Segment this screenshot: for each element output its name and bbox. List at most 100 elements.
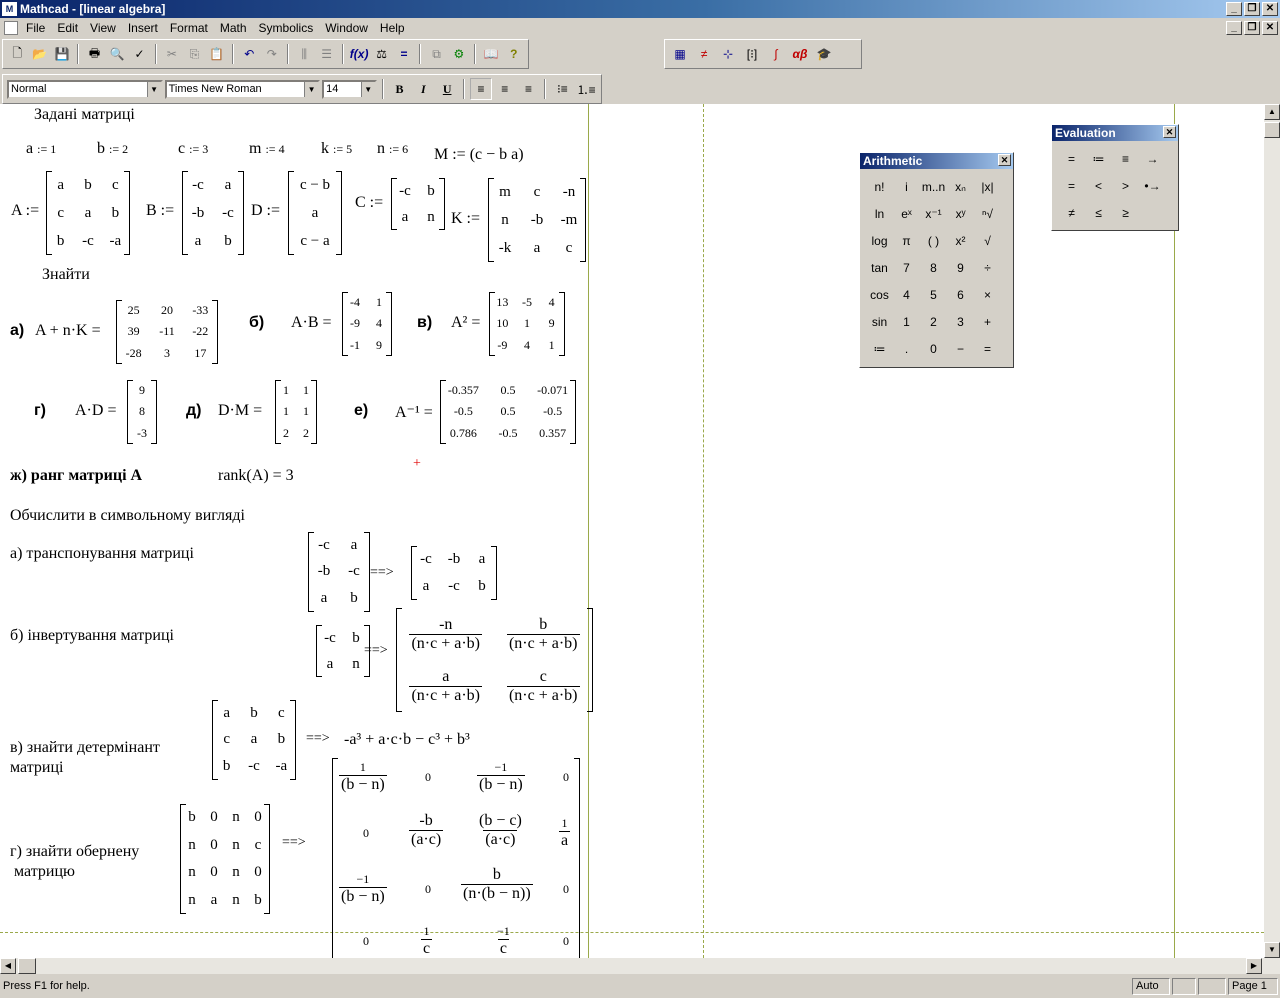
evaluation-key[interactable]: ≤: [1085, 199, 1112, 226]
scroll-right-button[interactable]: ▶: [1246, 958, 1262, 974]
s4-label-2[interactable]: матрицю: [14, 863, 75, 881]
insert-unit-icon[interactable]: ⚖: [371, 43, 391, 65]
font-size-select[interactable]: 14 ▼: [322, 79, 377, 99]
s2-result-matrix[interactable]: -n (n·c + a·b) b (n·c + a·b) a (n·c + a·b) …: [396, 608, 593, 712]
scalar-def-5[interactable]: n := 6: [377, 140, 408, 158]
arithmetic-key[interactable]: .: [893, 335, 920, 362]
scalar-def-1[interactable]: b := 2: [97, 140, 128, 158]
arithmetic-key[interactable]: 0: [920, 335, 947, 362]
r5-expr[interactable]: D·M =: [218, 402, 262, 420]
arithmetic-key[interactable]: 5: [920, 281, 947, 308]
align-down-icon[interactable]: ☰: [316, 43, 336, 65]
rank-text[interactable]: ж) ранг матриці А: [10, 467, 142, 485]
result-ad[interactable]: 9 8 -3: [127, 380, 157, 444]
result-dm[interactable]: 111122: [275, 380, 317, 444]
s1-label[interactable]: а) транспонування матриці: [10, 545, 194, 563]
menu-edit[interactable]: Edit: [51, 18, 84, 38]
evaluation-icon[interactable]: ≠: [693, 43, 715, 65]
insert-component-icon[interactable]: ⧉: [426, 43, 446, 65]
k-label[interactable]: K :=: [451, 210, 480, 228]
programming-icon[interactable]: 🎓: [813, 43, 835, 65]
arithmetic-key[interactable]: cos: [866, 281, 893, 308]
paste-icon[interactable]: 📋: [207, 43, 227, 65]
menu-math[interactable]: Math: [214, 18, 253, 38]
undo-icon[interactable]: ↶: [239, 43, 259, 65]
menu-help[interactable]: Help: [374, 18, 411, 38]
new-icon[interactable]: 🗋: [7, 43, 27, 65]
bold-button[interactable]: B: [389, 78, 411, 100]
calculator-icon[interactable]: ▦: [669, 43, 691, 65]
align-left-icon[interactable]: ≡: [470, 78, 492, 100]
greek-icon[interactable]: αβ: [789, 43, 811, 65]
evaluation-close-button[interactable]: ✕: [1163, 126, 1176, 138]
arithmetic-key[interactable]: ×: [974, 281, 1001, 308]
arithmetic-key[interactable]: 3: [947, 308, 974, 335]
arithmetic-close-button[interactable]: ✕: [998, 154, 1011, 166]
evaluation-palette[interactable]: Evaluation ✕ = ≔ ≡ → = < > •→ ≠ ≤ ≥: [1051, 124, 1179, 231]
arithmetic-key[interactable]: ⁿ√: [974, 200, 1001, 227]
s3-label-1[interactable]: в) знайти детермінант: [10, 739, 160, 757]
given-title[interactable]: Задані матриці: [34, 106, 135, 124]
menu-format[interactable]: Format: [164, 18, 214, 38]
r2-expr[interactable]: A·B =: [291, 314, 332, 332]
redo-icon[interactable]: ↷: [262, 43, 282, 65]
r4-expr[interactable]: A·D =: [75, 402, 116, 420]
result-a-squared[interactable]: 13 -5 4 10 1 9 -9 4 1: [489, 292, 565, 356]
arithmetic-key[interactable]: 6: [947, 281, 974, 308]
copy-icon[interactable]: ⎘: [184, 43, 204, 65]
evaluation-key[interactable]: ≠: [1058, 199, 1085, 226]
document-icon[interactable]: [4, 21, 18, 35]
arithmetic-key[interactable]: x⁻¹: [920, 200, 947, 227]
b-label[interactable]: B :=: [146, 202, 174, 220]
symbolic-title[interactable]: Обчислити в символьному вигляді: [10, 507, 245, 525]
doc-close-button[interactable]: ✕: [1262, 21, 1278, 35]
close-button[interactable]: ✕: [1262, 2, 1278, 16]
arithmetic-key[interactable]: 4: [893, 281, 920, 308]
arithmetic-key[interactable]: sin: [866, 308, 893, 335]
open-icon[interactable]: 📂: [29, 43, 49, 65]
print-preview-icon[interactable]: 🔍: [107, 43, 127, 65]
arithmetic-key[interactable]: +: [974, 308, 1001, 335]
scalar-def-3[interactable]: m := 4: [249, 140, 285, 158]
arithmetic-key[interactable]: xₙ: [947, 173, 974, 200]
arithmetic-key[interactable]: −: [947, 335, 974, 362]
matrix-k[interactable]: m c -n n -b -m -k a c: [488, 178, 586, 262]
s3-input[interactable]: a b c c a b b -c -a: [212, 700, 296, 780]
evaluation-key[interactable]: ≔: [1085, 145, 1112, 172]
italic-button[interactable]: I: [412, 78, 434, 100]
evaluation-key[interactable]: =: [1058, 145, 1085, 172]
menu-file[interactable]: File: [20, 18, 51, 38]
s3-result[interactable]: -a³ + a·c·b − c³ + b³: [344, 731, 470, 749]
c-label[interactable]: C :=: [355, 194, 383, 212]
style-select[interactable]: Normal ▼: [7, 79, 163, 99]
menu-symbolics[interactable]: Symbolics: [253, 18, 320, 38]
arithmetic-key[interactable]: 9: [947, 254, 974, 281]
result-ab[interactable]: -4 1 -9 4 -1 9: [342, 292, 392, 356]
result-a-inverse[interactable]: -0.357 0.5 -0.071 -0.5 0.5 -0.5 0.786 -0.5 0.357: [440, 380, 576, 444]
result-a-plus-nk[interactable]: 25 20 -33 39 -11 -22 -28 3 17: [116, 300, 218, 364]
arithmetic-key[interactable]: =: [974, 335, 1001, 362]
calculate-icon[interactable]: =: [394, 43, 414, 65]
arithmetic-key[interactable]: tan: [866, 254, 893, 281]
print-icon[interactable]: 🖶: [84, 43, 104, 65]
arithmetic-key[interactable]: π: [893, 227, 920, 254]
arithmetic-key[interactable]: xʸ: [947, 200, 974, 227]
hscroll-thumb[interactable]: [18, 958, 36, 974]
arithmetic-key[interactable]: x²: [947, 227, 974, 254]
matrix-icon[interactable]: [⁝]: [741, 43, 763, 65]
doc-minimize-button[interactable]: _: [1226, 21, 1242, 35]
arithmetic-key[interactable]: 2: [920, 308, 947, 335]
arithmetic-key[interactable]: m..n: [920, 173, 947, 200]
arithmetic-key[interactable]: n!: [866, 173, 893, 200]
s4-result-matrix[interactable]: 1 (b − n) 0 −1 (b − n) 0 0 -b (a·c) (b − c)…: [332, 758, 580, 958]
evaluation-key[interactable]: ≥: [1112, 199, 1139, 226]
bullets-icon[interactable]: ⁝≡: [551, 78, 573, 100]
m-definition[interactable]: M := (c − b a): [434, 146, 524, 164]
arithmetic-palette[interactable]: Arithmetic ✕ n! i m..n xₙ |x| ln eˣ x⁻¹ xʸ ⁿ√ log π(…: [859, 152, 1014, 368]
scroll-up-button[interactable]: ▲: [1264, 104, 1280, 120]
find-title[interactable]: Знайти: [42, 266, 90, 284]
s1-output[interactable]: -c -b a a -c b: [411, 546, 497, 600]
arithmetic-key[interactable]: 1: [893, 308, 920, 335]
evaluation-key[interactable]: =: [1058, 172, 1085, 199]
spell-check-icon[interactable]: ✓: [129, 43, 149, 65]
